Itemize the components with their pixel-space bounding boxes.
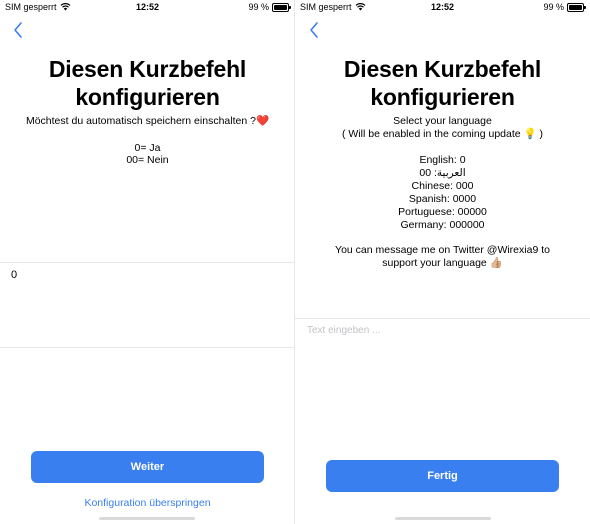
battery-indicator: 99 % bbox=[543, 2, 586, 12]
battery-icon bbox=[272, 2, 291, 12]
option-no: 00= Nein bbox=[126, 154, 169, 166]
home-indicator bbox=[395, 517, 491, 520]
language-arabic: العربية: 00 bbox=[419, 167, 466, 179]
title-line-1: Diesen Kurzbefehl bbox=[48, 56, 247, 82]
question-label: Möchtest du automatisch speichern einsch… bbox=[25, 115, 256, 127]
left-screen: SIM gesperrt 12:52 99 % Diesen Kurzbefeh… bbox=[0, 0, 295, 524]
language-germany: Germany: 000000 bbox=[400, 219, 485, 231]
language-spanish: Spanish: 0000 bbox=[408, 193, 477, 205]
title-line-1: Diesen Kurzbefehl bbox=[343, 56, 542, 82]
select-language-text: Select your language bbox=[393, 115, 492, 127]
chevron-left-icon bbox=[14, 22, 22, 38]
right-screen: SIM gesperrt 12:52 99 % Diesen Kurzbefeh… bbox=[295, 0, 590, 524]
input-value: 0 bbox=[11, 269, 18, 281]
weiter-button[interactable]: Weiter bbox=[31, 451, 264, 483]
battery-icon bbox=[567, 2, 586, 12]
battery-percent: 99 % bbox=[248, 2, 269, 12]
coming-update-text: ( Will be enabled in the coming update 💡… bbox=[341, 128, 543, 140]
question-text: Möchtest du automatisch speichern einsch… bbox=[0, 115, 295, 128]
page-title: Diesen Kurzbefehl konfigurieren bbox=[0, 55, 295, 111]
battery-fill bbox=[274, 4, 287, 10]
heart-icon: ❤️ bbox=[255, 115, 270, 127]
language-english: English: 0 bbox=[419, 154, 466, 166]
message-line-2: support your language 👍🏼 bbox=[382, 257, 503, 269]
message-line-1: You can message me on Twitter @Wirexia9 … bbox=[335, 244, 550, 256]
language-chinese: Chinese: 000 bbox=[411, 180, 474, 192]
battery-indicator: 99 % bbox=[248, 2, 291, 12]
text-input[interactable]: 0 bbox=[0, 263, 295, 347]
battery-percent: 99 % bbox=[543, 2, 564, 12]
input-placeholder: Text eingeben ... bbox=[307, 325, 381, 336]
status-bar: SIM gesperrt 12:52 99 % bbox=[295, 0, 590, 14]
back-button[interactable] bbox=[307, 20, 323, 40]
title-line-2: konfigurieren bbox=[75, 84, 220, 110]
skip-configuration-link[interactable]: Konfiguration überspringen bbox=[0, 497, 295, 509]
text-input[interactable]: Text eingeben ... bbox=[295, 319, 590, 399]
page-title: Diesen Kurzbefehl konfigurieren bbox=[295, 55, 590, 111]
language-portuguese: Portuguese: 00000 bbox=[398, 206, 487, 218]
battery-fill bbox=[569, 4, 582, 10]
status-bar: SIM gesperrt 12:52 99 % bbox=[0, 0, 295, 14]
title-line-2: konfigurieren bbox=[370, 84, 515, 110]
fertig-button[interactable]: Fertig bbox=[326, 460, 559, 492]
back-button[interactable] bbox=[11, 20, 27, 40]
chevron-left-icon bbox=[310, 22, 318, 38]
home-indicator bbox=[99, 517, 195, 520]
input-bottom-divider bbox=[0, 347, 295, 348]
